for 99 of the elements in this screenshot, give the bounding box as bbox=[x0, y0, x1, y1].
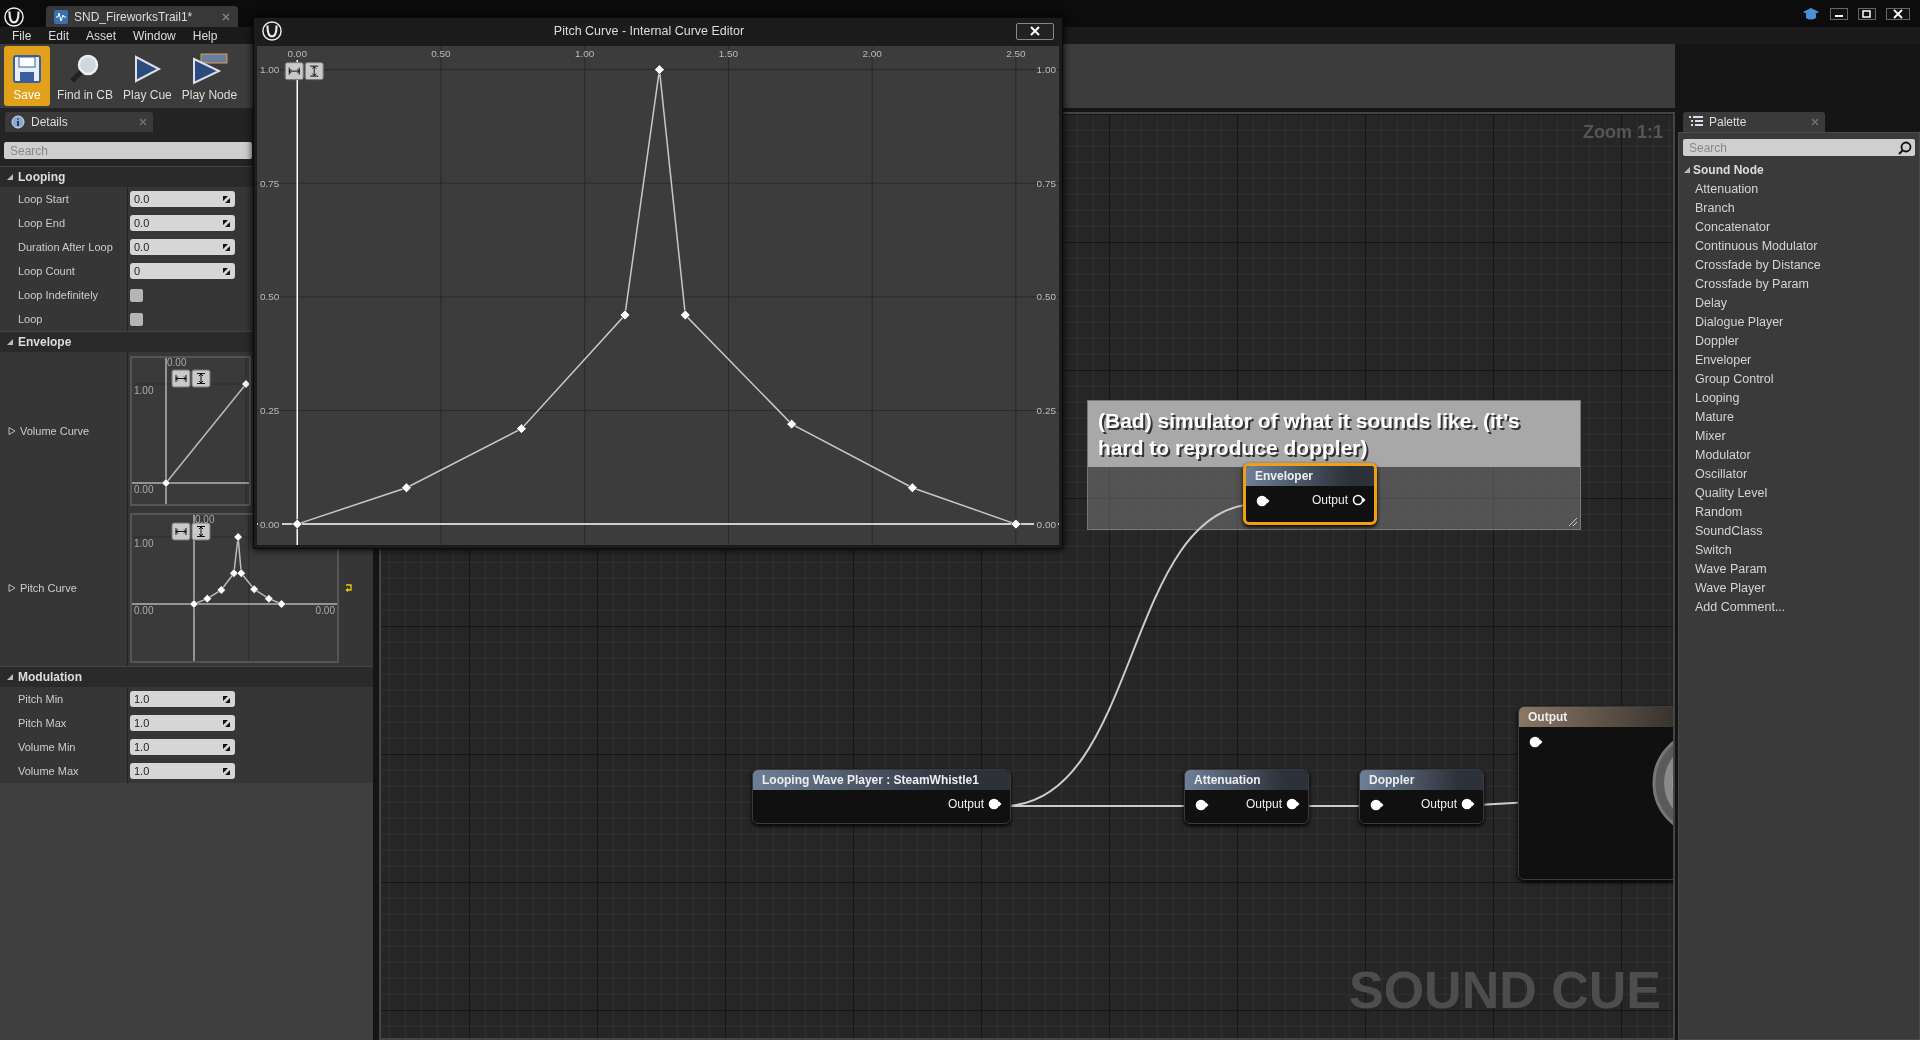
y-tick-label: 0.00 bbox=[260, 518, 280, 530]
x-tick-label: 0.50 bbox=[431, 48, 451, 59]
x-tick-label: 1.50 bbox=[718, 48, 739, 59]
graph-node[interactable]: Doppler Output bbox=[1359, 769, 1484, 824]
panel-tab[interactable]: Palette bbox=[1683, 112, 1825, 132]
palette-item[interactable]: SoundClass bbox=[1679, 521, 1919, 540]
y-tick-label: 0.75 bbox=[1036, 177, 1056, 189]
palette-item[interactable]: Attenuation bbox=[1679, 179, 1919, 198]
palette-item[interactable]: Looping bbox=[1679, 388, 1919, 407]
palette-item[interactable]: Oscillator bbox=[1679, 464, 1919, 483]
axis-label: 0.00 bbox=[195, 515, 215, 525]
palette-item[interactable]: Group Control bbox=[1679, 369, 1919, 388]
y-tick-label: 0.50 bbox=[1036, 291, 1056, 303]
property-label: Duration After Loop bbox=[18, 241, 113, 253]
menu-item[interactable]: Window bbox=[133, 28, 176, 43]
graph-node[interactable]: Attenuation Output bbox=[1184, 769, 1309, 824]
y-tick-label: 1.00 bbox=[1036, 64, 1056, 76]
node-title: Looping Wave Player : SteamWhistle1 bbox=[762, 773, 979, 787]
graph-node[interactable]: Output bbox=[1518, 706, 1673, 880]
axis-label: 1.00 bbox=[134, 538, 154, 549]
property-label: Volume Curve bbox=[20, 425, 90, 437]
number-field[interactable]: 0.0 bbox=[130, 215, 235, 231]
x-tick-label: 2.00 bbox=[862, 48, 882, 59]
property-label: Volume Min bbox=[18, 741, 76, 753]
menu-item[interactable]: Asset bbox=[86, 28, 117, 43]
property-label: Loop Indefinitely bbox=[18, 289, 99, 301]
property-label: Pitch Max bbox=[18, 717, 67, 729]
document-tab[interactable]: SND_FireworksTrail1* bbox=[46, 6, 238, 27]
number-field[interactable]: 1.0 bbox=[130, 691, 235, 707]
window-title: Pitch Curve - Internal Curve Editor bbox=[553, 24, 745, 38]
palette-item[interactable]: Quality Level bbox=[1679, 483, 1919, 502]
axis-label: 0.00 bbox=[134, 484, 154, 495]
property-label: Pitch Min bbox=[18, 693, 64, 705]
curve-preview[interactable]: 0.00 1.00 0.00 bbox=[130, 356, 251, 506]
panel-tab[interactable]: Details bbox=[5, 112, 153, 132]
property-label: Loop Start bbox=[18, 193, 69, 205]
palette-item[interactable]: Add Comment... bbox=[1679, 597, 1919, 616]
menu-item[interactable]: Edit bbox=[48, 28, 70, 43]
toolbar-button[interactable]: Play Cue bbox=[120, 46, 175, 106]
x-tick-label: 2.50 bbox=[1006, 48, 1026, 59]
menu-item[interactable]: File bbox=[12, 28, 32, 43]
pin-label: Output bbox=[1245, 797, 1282, 811]
axis-label: 1.00 bbox=[134, 385, 154, 396]
palette-item[interactable]: Delay bbox=[1679, 293, 1919, 312]
pin-label: Output bbox=[1311, 493, 1348, 507]
node-title: Doppler bbox=[1369, 773, 1415, 787]
pin-label: Output bbox=[947, 797, 984, 811]
x-tick-label: 0.00 bbox=[287, 48, 307, 59]
palette-item[interactable]: Random bbox=[1679, 502, 1919, 521]
axis-label: 0.00 bbox=[315, 605, 335, 616]
palette-item[interactable]: Crossfade by Param bbox=[1679, 274, 1919, 293]
property-label: Loop Count bbox=[18, 265, 75, 277]
toolbar-button[interactable]: Find in CB bbox=[54, 46, 117, 106]
toolbar-button[interactable]: Play Node bbox=[178, 46, 241, 106]
search-field[interactable]: Search bbox=[4, 142, 252, 159]
palette-item[interactable]: Mixer bbox=[1679, 426, 1919, 445]
graph-node[interactable]: Looping Wave Player : SteamWhistle1 Output bbox=[752, 769, 1011, 824]
y-tick-label: 1.00 bbox=[260, 64, 280, 76]
palette-item[interactable]: Wave Param bbox=[1679, 559, 1919, 578]
number-field[interactable]: 0 bbox=[130, 263, 235, 279]
palette-item[interactable]: Continuous Modulator bbox=[1679, 236, 1919, 255]
palette-item[interactable]: Enveloper bbox=[1679, 350, 1919, 369]
x-tick-label: 1.00 bbox=[575, 48, 595, 59]
number-field[interactable]: 0.0 bbox=[130, 239, 235, 255]
node-title: Output bbox=[1528, 710, 1568, 724]
number-field[interactable]: 1.0 bbox=[130, 763, 235, 779]
graph-node[interactable]: Enveloper Output bbox=[1243, 463, 1377, 525]
number-field[interactable]: 0.0 bbox=[130, 191, 235, 207]
palette-item[interactable]: Crossfade by Distance bbox=[1679, 255, 1919, 274]
property-label: Loop bbox=[18, 313, 43, 325]
pin-label: Output bbox=[1420, 797, 1457, 811]
y-tick-label: 0.50 bbox=[260, 291, 280, 303]
number-field[interactable]: 1.0 bbox=[130, 715, 235, 731]
search-field[interactable]: Search bbox=[1683, 139, 1915, 156]
palette-item[interactable]: Wave Player bbox=[1679, 578, 1919, 597]
property-label: Pitch Curve bbox=[20, 582, 77, 594]
palette-item[interactable]: Branch bbox=[1679, 198, 1919, 217]
section-title: Looping bbox=[18, 170, 66, 184]
palette-item[interactable]: Mature bbox=[1679, 407, 1919, 426]
section-title: Envelope bbox=[18, 335, 72, 349]
palette-item[interactable]: Dialogue Player bbox=[1679, 312, 1919, 331]
axis-label: 0.00 bbox=[167, 358, 187, 368]
y-tick-label: 0.00 bbox=[1036, 518, 1056, 530]
palette-item[interactable]: Concatenator bbox=[1679, 217, 1919, 236]
y-tick-label: 0.25 bbox=[260, 404, 280, 416]
axis-label: 0.00 bbox=[134, 605, 154, 616]
property-label: Loop End bbox=[18, 217, 66, 229]
section-title: Modulation bbox=[18, 670, 82, 684]
node-title: Attenuation bbox=[1194, 773, 1261, 787]
number-field[interactable]: 1.0 bbox=[130, 739, 235, 755]
palette-item[interactable]: Doppler bbox=[1679, 331, 1919, 350]
node-title: Enveloper bbox=[1255, 469, 1314, 483]
category-label[interactable]: Sound Node bbox=[1693, 162, 1764, 177]
palette-item[interactable]: Switch bbox=[1679, 540, 1919, 559]
menu-item[interactable]: Help bbox=[192, 28, 218, 43]
y-tick-label: 0.25 bbox=[1036, 404, 1056, 416]
palette-item[interactable]: Modulator bbox=[1679, 445, 1919, 464]
y-tick-label: 0.75 bbox=[260, 177, 280, 189]
property-label: Volume Max bbox=[18, 765, 79, 777]
